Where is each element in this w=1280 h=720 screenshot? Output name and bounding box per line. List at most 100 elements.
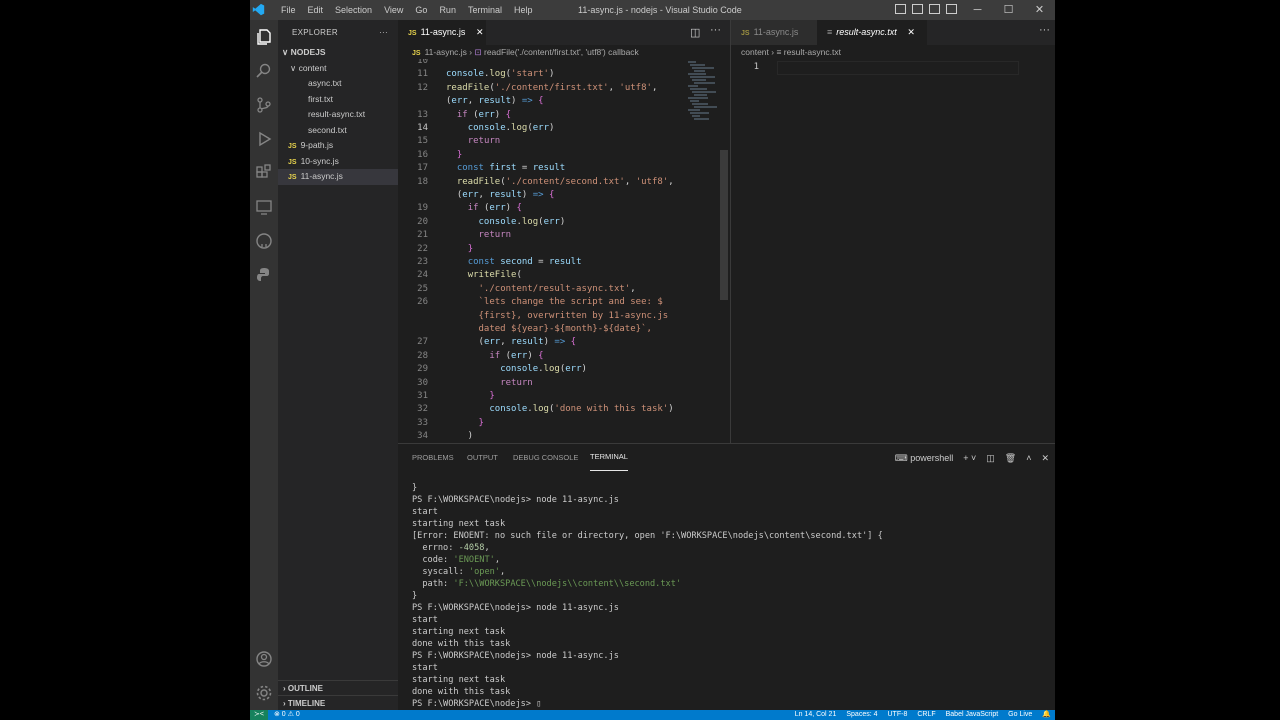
maximize-button[interactable]: ☐ (993, 0, 1024, 20)
tab-debug-console[interactable]: DEBUG CONSOLE (513, 444, 578, 472)
tree-item[interactable]: first.txt (278, 92, 398, 108)
explorer-icon[interactable] (255, 28, 273, 46)
search-icon[interactable] (255, 62, 273, 80)
breadcrumb-file[interactable]: result-async.txt (784, 47, 841, 57)
code-line[interactable]: 23 const second = result (398, 256, 730, 269)
code-line[interactable]: 17 const first = result (398, 162, 730, 175)
encoding[interactable]: UTF-8 (888, 710, 908, 720)
menu-go[interactable]: Go (409, 0, 433, 20)
settings-gear-icon[interactable] (255, 684, 273, 702)
tree-item[interactable]: JS 9-path.js (278, 138, 398, 154)
code-line[interactable]: 27 (err, result) => { (398, 336, 730, 349)
tree-item[interactable]: ∨ NODEJS (278, 45, 398, 61)
code-line[interactable]: 11 console.log('start') (398, 68, 730, 81)
tree-item[interactable]: result-async.txt (278, 107, 398, 123)
code-line[interactable]: 30 return (398, 377, 730, 390)
code-line[interactable]: (err, result) => { (398, 95, 730, 108)
problems-indicator[interactable]: ⊗ 0 ⚠ 0 (268, 710, 300, 720)
close-tab-icon[interactable]: ✕ (907, 27, 915, 37)
language-mode[interactable]: Babel JavaScript (946, 710, 999, 720)
code-line[interactable]: 34 ) (398, 430, 730, 443)
github-icon[interactable] (255, 232, 273, 250)
menu-selection[interactable]: Selection (329, 0, 378, 20)
run-debug-icon[interactable] (255, 130, 273, 148)
toggle-secondary-sidebar-icon[interactable] (929, 4, 940, 14)
more-actions-icon[interactable]: ··· (710, 24, 721, 36)
code-line[interactable]: 12 readFile('./content/first.txt', 'utf8'… (398, 82, 730, 95)
toggle-panel-icon[interactable] (912, 4, 923, 14)
tab-terminal[interactable]: TERMINAL (590, 444, 628, 471)
code-line[interactable]: 16 } (398, 149, 730, 162)
close-window-button[interactable]: ✕ (1024, 0, 1055, 20)
tree-item[interactable]: ∨ content (278, 61, 398, 77)
split-editor-icon[interactable]: ◫ (690, 26, 700, 39)
code-line[interactable]: 31 } (398, 390, 730, 403)
code-line[interactable]: 21 return (398, 229, 730, 242)
split-terminal-icon[interactable]: ◫ (986, 444, 995, 472)
new-terminal-icon[interactable]: + ˅ (963, 444, 976, 472)
breadcrumb-symbol[interactable]: readFile('./content/first.txt', 'utf8') … (484, 47, 639, 57)
more-actions-icon[interactable]: ··· (379, 20, 388, 45)
tab-problems[interactable]: PROBLEMS (412, 444, 454, 472)
more-actions-icon[interactable]: ··· (1039, 24, 1050, 36)
indentation[interactable]: Spaces: 4 (846, 710, 877, 720)
code-line[interactable]: 24 writeFile( (398, 269, 730, 282)
menu-file[interactable]: File (275, 0, 302, 20)
close-panel-icon[interactable]: ✕ (1041, 444, 1049, 472)
code-line[interactable]: 25 './content/result-async.txt', (398, 283, 730, 296)
shell-selector[interactable]: ⌨ powershell (895, 444, 954, 472)
code-line[interactable]: 29 console.log(err) (398, 363, 730, 376)
menu-edit[interactable]: Edit (302, 0, 330, 20)
code-line[interactable]: 28 if (err) { (398, 350, 730, 363)
menu-help[interactable]: Help (508, 0, 539, 20)
minimap[interactable] (688, 60, 717, 124)
code-line[interactable]: 26 `lets change the script and see: $ (398, 296, 730, 309)
remote-explorer-icon[interactable] (255, 198, 273, 216)
tree-item[interactable]: JS 10-sync.js (278, 154, 398, 170)
code-line[interactable]: {first}, overwritten by 11-async.js (398, 310, 730, 323)
go-live-button[interactable]: Go Live (1008, 710, 1032, 720)
menu-run[interactable]: Run (433, 0, 462, 20)
tab-output[interactable]: OUTPUT (467, 444, 498, 472)
editor-scrollbar[interactable] (720, 150, 728, 300)
timeline-section[interactable]: › TIMELINE (278, 695, 398, 710)
minimize-button[interactable]: ─ (962, 0, 993, 20)
source-control-icon[interactable] (255, 96, 273, 114)
remote-indicator[interactable]: ≻< (250, 710, 268, 720)
notifications-bell-icon[interactable]: 🔔 (1042, 710, 1051, 720)
accounts-icon[interactable] (255, 650, 273, 668)
code-line[interactable]: 13 if (err) { (398, 109, 730, 122)
tab-11-async-js[interactable]: JS 11-async.js ✕ (398, 20, 486, 45)
cursor-position[interactable]: Ln 14, Col 21 (795, 710, 837, 720)
tab-result-async-txt[interactable]: ≡ result-async.txt ✕ (817, 20, 927, 45)
code-line[interactable]: 14 console.log(err) (398, 122, 730, 135)
toggle-sidebar-icon[interactable] (895, 4, 906, 14)
python-icon[interactable] (255, 266, 273, 284)
extensions-icon[interactable] (255, 164, 273, 182)
menu-view[interactable]: View (378, 0, 409, 20)
code-line[interactable]: 20 console.log(err) (398, 216, 730, 229)
code-line[interactable]: (err, result) => { (398, 189, 730, 202)
code-line[interactable]: 10 (398, 59, 730, 68)
code-line[interactable]: 19 if (err) { (398, 202, 730, 215)
code-line[interactable]: 22 } (398, 243, 730, 256)
customize-layout-icon[interactable] (946, 4, 957, 14)
code-line[interactable]: 33 } (398, 417, 730, 430)
code-line[interactable]: dated ${year}-${month}-${date}`, (398, 323, 730, 336)
breadcrumb-file[interactable]: 11-async.js (425, 47, 467, 57)
code-line[interactable]: 32 console.log('done with this task') (398, 403, 730, 416)
maximize-panel-icon[interactable]: ˄ (1026, 444, 1031, 472)
end-of-line[interactable]: CRLF (917, 710, 935, 720)
tree-item[interactable]: JS 11-async.js (278, 169, 398, 185)
tree-item[interactable]: second.txt (278, 123, 398, 139)
kill-terminal-icon[interactable]: 🗑 (1005, 444, 1016, 472)
close-tab-icon[interactable]: ✕ (476, 27, 484, 37)
tree-item[interactable]: async.txt (278, 76, 398, 92)
breadcrumb-folder[interactable]: content (741, 47, 769, 57)
code-editor[interactable]: 10 11 console.log('start') 12 readFile('./co… (398, 59, 730, 443)
outline-section[interactable]: › OUTLINE (278, 680, 398, 695)
code-editor-right[interactable]: 1 (731, 60, 1055, 75)
tab-11-async-js-inactive[interactable]: JS 11-async.js (731, 20, 817, 45)
code-line[interactable]: 18 readFile('./content/second.txt', 'utf… (398, 176, 730, 189)
menu-terminal[interactable]: Terminal (462, 0, 508, 20)
